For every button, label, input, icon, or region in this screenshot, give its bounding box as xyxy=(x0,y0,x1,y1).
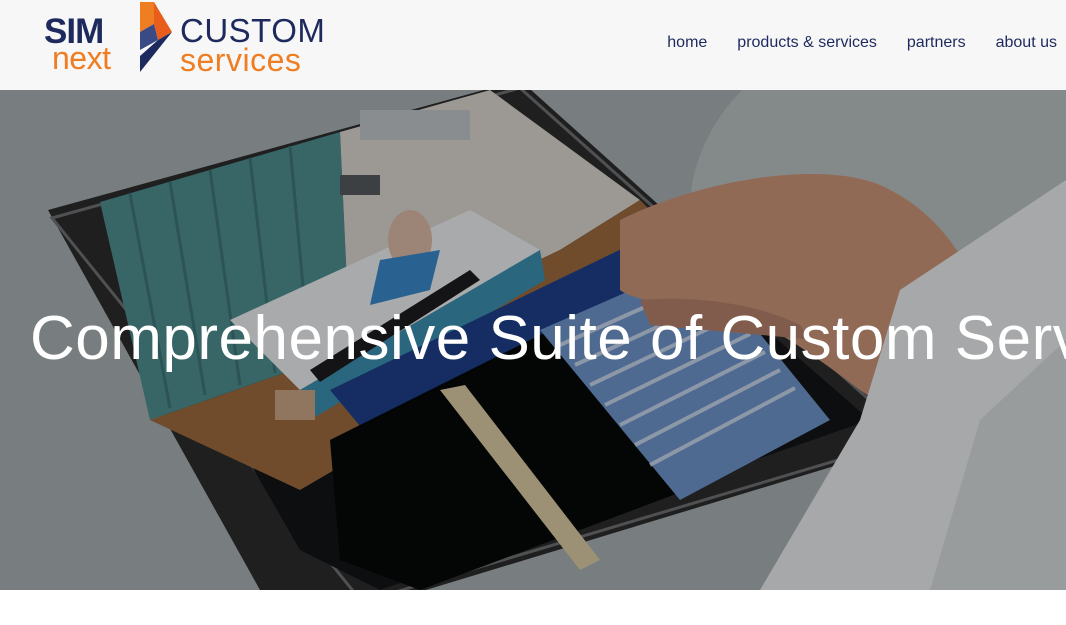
nav-products-services[interactable]: products & services xyxy=(737,34,877,52)
logo-services-text: services xyxy=(180,42,302,78)
site-header: SIM next CUSTOM services home products &… xyxy=(0,0,1066,90)
logo-arrow-icon xyxy=(140,2,172,72)
simnext-logo[interactable]: SIM next CUSTOM services xyxy=(44,2,334,78)
nav-about-us[interactable]: about us xyxy=(996,34,1057,52)
page-content-start xyxy=(0,590,1066,625)
nav-partners[interactable]: partners xyxy=(907,34,966,52)
main-nav: home products & services partners about … xyxy=(667,34,1066,52)
hero-title: Comprehensive Suite of Custom Services xyxy=(30,304,1066,373)
hero-banner: Comprehensive Suite of Custom Services xyxy=(0,90,1066,590)
logo-next-text: next xyxy=(52,40,111,76)
nav-home[interactable]: home xyxy=(667,34,707,52)
